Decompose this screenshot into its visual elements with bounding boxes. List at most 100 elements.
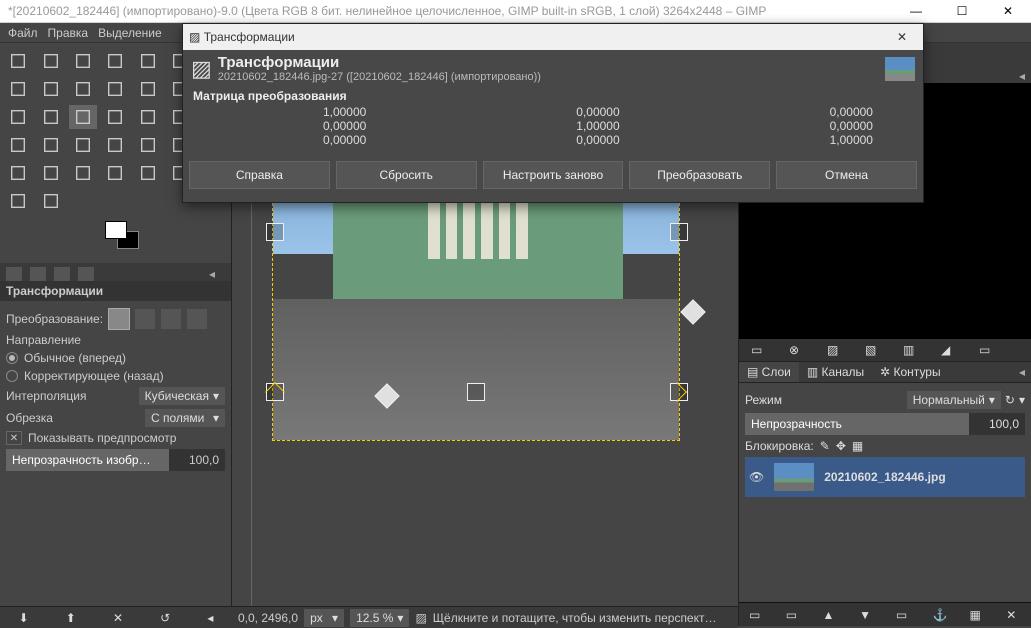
direction-backward-radio[interactable]: [6, 370, 18, 382]
lock-alpha-icon[interactable]: ▦: [852, 439, 863, 453]
menu-file[interactable]: Файл: [8, 26, 38, 40]
layer-opacity-value[interactable]: 100,0: [969, 413, 1025, 435]
clip-label: Обрезка: [6, 411, 53, 425]
layer-group-icon[interactable]: ▭: [786, 608, 801, 622]
scissors-icon[interactable]: [4, 77, 32, 101]
dock-tab[interactable]: [78, 267, 94, 281]
delete-layer-icon[interactable]: ✕: [1006, 608, 1021, 622]
delete-preset-icon[interactable]: ✕: [113, 611, 123, 625]
tab-arrow-icon[interactable]: ◂: [1013, 365, 1031, 379]
paths-icon[interactable]: [134, 49, 162, 73]
dialog-titlebar[interactable]: ▨ Трансформации ✕: [183, 24, 923, 50]
toolbar-btn[interactable]: ⊗: [789, 343, 807, 357]
duplicate-layer-icon[interactable]: ▭: [896, 608, 911, 622]
zoom-dropdown[interactable]: 12.5 %▾: [350, 609, 409, 627]
mode-dropdown[interactable]: Нормальный▾: [907, 391, 1001, 409]
image-opacity-value[interactable]: 100,0: [169, 449, 225, 471]
move-icon[interactable]: [101, 77, 129, 101]
mask-layer-icon[interactable]: ▦: [970, 608, 985, 622]
smudge-icon[interactable]: [101, 161, 129, 185]
merge-layer-icon[interactable]: ⚓: [933, 608, 948, 622]
clone-icon[interactable]: [4, 161, 32, 185]
minimize-button[interactable]: —: [893, 0, 939, 22]
blur-icon[interactable]: [69, 161, 97, 185]
eraser-icon[interactable]: [134, 133, 162, 157]
layer-thumbnail[interactable]: [774, 463, 814, 491]
color-swatches[interactable]: [105, 221, 145, 255]
tab-channels[interactable]: ▥ Каналы: [799, 362, 872, 382]
rotate-icon[interactable]: [4, 105, 32, 129]
dock-tab[interactable]: [54, 267, 70, 281]
raise-layer-icon[interactable]: ▲: [822, 608, 837, 622]
gradient-icon[interactable]: [36, 133, 64, 157]
cancel-button[interactable]: Отмена: [776, 161, 917, 189]
toolbar-btn[interactable]: ▧: [865, 343, 883, 357]
reset-preset-icon[interactable]: ↺: [160, 611, 170, 625]
paintbrush-icon[interactable]: [101, 133, 129, 157]
layer-row[interactable]: 👁 20210602_182446.jpg: [745, 457, 1025, 497]
load-preset-icon[interactable]: ⬆: [66, 611, 76, 625]
scale-icon[interactable]: [36, 105, 64, 129]
dodge-icon[interactable]: [134, 161, 162, 185]
reset-button[interactable]: Сбросить: [336, 161, 477, 189]
readjust-button[interactable]: Настроить заново: [483, 161, 624, 189]
close-button[interactable]: ✕: [985, 0, 1031, 22]
text-icon[interactable]: [4, 133, 32, 157]
footer-arrow-icon[interactable]: ◂: [207, 611, 213, 625]
dock-tab[interactable]: [30, 267, 46, 281]
side-handle[interactable]: [680, 299, 705, 324]
perspective-icon[interactable]: [101, 105, 129, 129]
help-button[interactable]: Справка: [189, 161, 330, 189]
transform-button[interactable]: Преобразовать: [629, 161, 770, 189]
interpolation-dropdown[interactable]: Кубическая▾: [139, 387, 225, 405]
lock-pixels-icon[interactable]: ✎: [820, 439, 830, 453]
rect-select-icon[interactable]: [4, 49, 32, 73]
chevron-down-icon[interactable]: ▾: [1019, 393, 1025, 407]
fuzzy-select-icon[interactable]: [101, 49, 129, 73]
ellipse-select-icon[interactable]: [36, 49, 64, 73]
toolbar-btn[interactable]: ▨: [827, 343, 845, 357]
heal-icon[interactable]: [36, 161, 64, 185]
reset-mode-icon[interactable]: ↻: [1005, 393, 1015, 407]
eye-icon[interactable]: 👁: [749, 470, 764, 484]
matrix-cell: 0,00000: [700, 119, 873, 133]
zoom-icon[interactable]: [134, 77, 162, 101]
tab-layers[interactable]: ▤ Слои: [739, 362, 799, 382]
toolbar-btn[interactable]: ▥: [903, 343, 921, 357]
handle-transform-icon[interactable]: [36, 189, 64, 213]
unit-dropdown[interactable]: px▾: [304, 609, 344, 627]
panel-arrow-icon[interactable]: ◂: [1019, 69, 1025, 83]
flip-icon[interactable]: [134, 105, 162, 129]
maximize-button[interactable]: ☐: [939, 0, 985, 22]
lock-position-icon[interactable]: ✥: [836, 439, 846, 453]
unified-transform-icon[interactable]: [4, 189, 32, 213]
transform-target-layer[interactable]: [109, 309, 129, 329]
transform-handle[interactable]: [467, 383, 485, 401]
free-select-icon[interactable]: [69, 49, 97, 73]
transform-handle[interactable]: [670, 223, 688, 241]
new-layer-icon[interactable]: ▭: [749, 608, 764, 622]
transform-target-path[interactable]: [161, 309, 181, 329]
tab-paths[interactable]: ✲ Контуры: [872, 362, 948, 382]
menu-edit[interactable]: Правка: [48, 26, 89, 40]
transform-target-selection[interactable]: [135, 309, 155, 329]
foreground-select-icon[interactable]: [36, 77, 64, 101]
lower-layer-icon[interactable]: ▼: [859, 608, 874, 622]
toolbar-btn[interactable]: ◢: [941, 343, 959, 357]
transform-target-image[interactable]: [187, 309, 207, 329]
clip-dropdown[interactable]: С полями▾: [145, 409, 225, 427]
direction-forward-radio[interactable]: [6, 352, 18, 364]
preview-checkbox[interactable]: ✕: [6, 431, 22, 445]
save-preset-icon[interactable]: ⬇: [19, 611, 29, 625]
dialog-close-button[interactable]: ✕: [887, 30, 917, 44]
dock-arrow-icon[interactable]: ◂: [209, 267, 225, 281]
crop-icon[interactable]: [69, 77, 97, 101]
transform-handle[interactable]: [266, 223, 284, 241]
toolbar-btn[interactable]: ▭: [979, 343, 997, 357]
shear-icon[interactable]: [69, 105, 97, 129]
toolbar-btn[interactable]: ▭: [751, 343, 769, 357]
menu-select[interactable]: Выделение: [98, 26, 162, 40]
dock-tab[interactable]: [6, 267, 22, 281]
pencil-icon[interactable]: [69, 133, 97, 157]
fg-color[interactable]: [105, 221, 127, 239]
